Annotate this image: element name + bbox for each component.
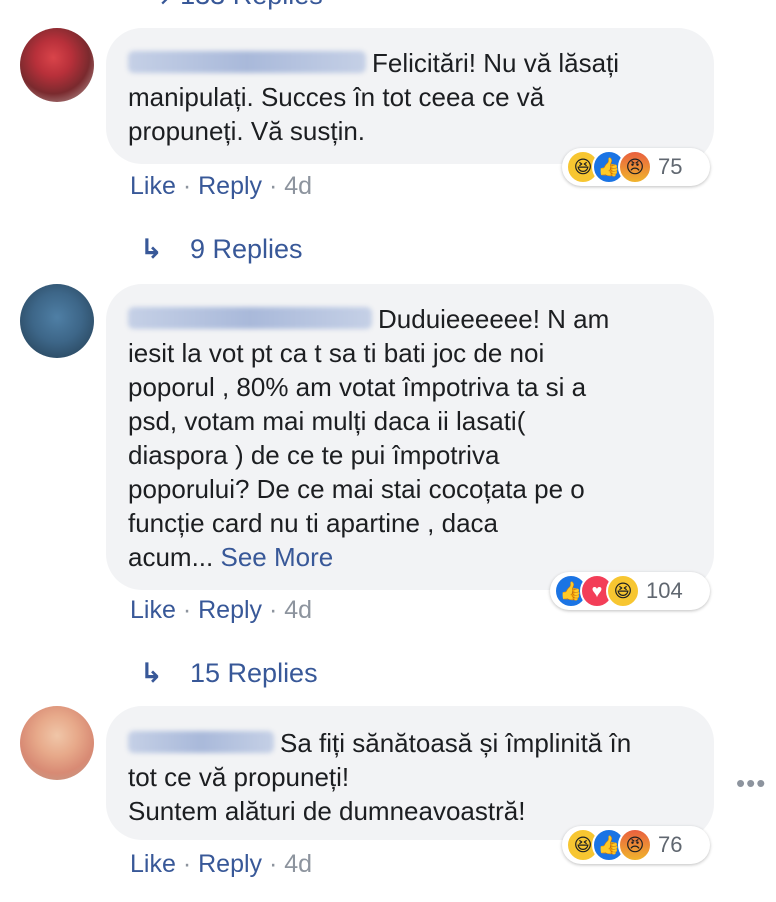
comment-text-line: Sa fiți sănătoasă și împlinită în — [280, 728, 632, 758]
reactions-summary[interactable]: 😆 👍 😠 75 — [562, 148, 710, 186]
like-button[interactable]: Like — [130, 172, 176, 200]
comment-text-line: manipulați. Succes în tot ceea ce vă — [128, 82, 545, 112]
comment-text-line: Suntem alături de dumneavoastră! — [128, 796, 526, 826]
reply-button[interactable]: Reply — [198, 596, 262, 624]
angry-reaction-icon: 😠 — [618, 828, 652, 862]
separator: · — [268, 172, 278, 200]
separator: · — [182, 596, 192, 624]
separator: · — [182, 850, 192, 878]
reply-button[interactable]: Reply — [198, 172, 262, 200]
comment-text-line: funcție card nu ti apartine , daca — [128, 508, 499, 538]
comment-bubble: Duduieeeeee! N am iesit la vot pt ca t s… — [106, 284, 714, 590]
replies-count-label: 15 Replies — [190, 658, 318, 688]
comment-text-line: iesit la vot pt ca t sa ti bati joc de n… — [128, 338, 545, 368]
replies-count-label: 9 Replies — [190, 234, 303, 264]
author-name-blurred[interactable] — [128, 731, 274, 754]
reply-arrow-icon: ↳ — [140, 658, 163, 688]
replies-link-top[interactable]: ↳ 133 Replies — [150, 0, 323, 11]
angry-reaction-icon: 😠 — [618, 150, 652, 184]
comment-text-line: poporului? De ce mai stai cocoțata pe o — [128, 474, 585, 504]
more-options-icon[interactable]: ••• — [736, 768, 766, 799]
avatar[interactable] — [20, 284, 94, 358]
author-name-blurred[interactable] — [128, 51, 366, 74]
comment-actions: Like · Reply · 4d — [130, 596, 312, 625]
like-button[interactable]: Like — [130, 850, 176, 878]
comment-text-line: psd, votam mai mulți daca ii lasati( — [128, 406, 526, 436]
separator: · — [182, 172, 192, 200]
timestamp[interactable]: 4d — [284, 172, 312, 200]
timestamp[interactable]: 4d — [284, 596, 312, 624]
comment-text-line: acum... — [128, 542, 214, 572]
reply-arrow-icon: ↳ — [140, 234, 163, 264]
reactions-summary[interactable]: 👍 ♥ 😆 104 — [550, 572, 710, 610]
comment-bubble: Felicitări! Nu vă lăsați manipulați. Suc… — [106, 28, 714, 164]
reaction-count: 75 — [658, 154, 683, 179]
replies-link[interactable]: ↳ 9 Replies — [140, 234, 303, 265]
author-name-blurred[interactable] — [128, 307, 372, 330]
avatar[interactable] — [20, 706, 94, 780]
comment-actions: Like · Reply · 4d — [130, 850, 312, 879]
haha-reaction-icon: 😆 — [606, 574, 640, 608]
timestamp[interactable]: 4d — [284, 850, 312, 878]
comment-text-line: poporul , 80% am votat împotriva ta si a — [128, 372, 587, 402]
like-button[interactable]: Like — [130, 596, 176, 624]
separator: · — [268, 850, 278, 878]
reactions-summary[interactable]: 😆 👍 😠 76 — [562, 826, 710, 864]
comment-text-line: diaspora ) de ce te pui împotriva — [128, 440, 500, 470]
comment-text-line: Felicitări! Nu vă lăsați — [372, 48, 620, 78]
reply-arrow-icon: ↳ — [150, 0, 173, 10]
see-more-link[interactable]: See More — [220, 542, 333, 572]
avatar[interactable] — [20, 28, 94, 102]
comment-bubble: Sa fiți sănătoasă și împlinită în tot ce… — [106, 706, 714, 840]
comment-text-line: tot ce vă propuneți! — [128, 762, 350, 792]
reply-button[interactable]: Reply — [198, 850, 262, 878]
reaction-count: 76 — [658, 832, 683, 857]
replies-count-label: 133 Replies — [180, 0, 323, 10]
reaction-count: 104 — [646, 578, 683, 603]
comment-text-line: Duduieeeeee! N am — [378, 304, 610, 334]
separator: · — [268, 596, 278, 624]
replies-link[interactable]: ↳ 15 Replies — [140, 658, 318, 689]
comment-text-line: propuneți. Vă susțin. — [128, 116, 366, 146]
comment-actions: Like · Reply · 4d — [130, 172, 312, 201]
